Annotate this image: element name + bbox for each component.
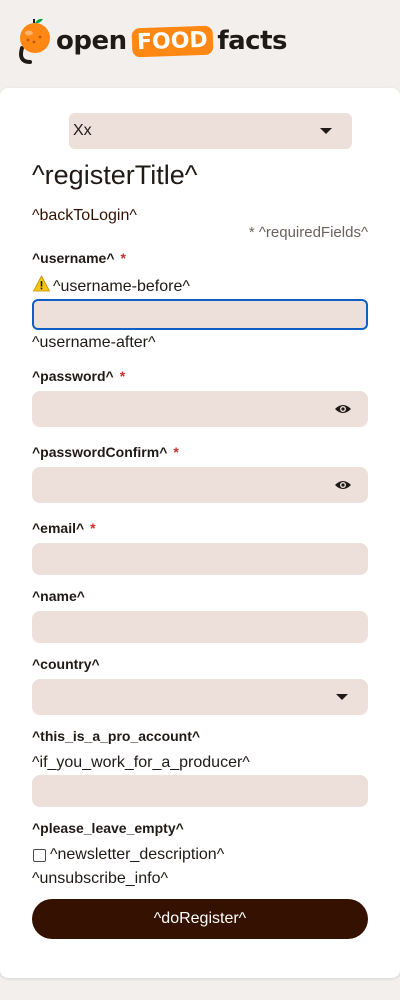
username-label-text: ^username^ bbox=[32, 250, 115, 266]
leave-empty-label-text: ^please_leave_empty^ bbox=[32, 820, 184, 836]
name-label-text: ^name^ bbox=[32, 588, 85, 604]
email-input[interactable] bbox=[32, 543, 368, 575]
country-label-text: ^country^ bbox=[32, 656, 100, 672]
password-confirm-label-text: ^passwordConfirm^ bbox=[32, 444, 168, 460]
newsletter-label[interactable]: ^newsletter_description^ bbox=[50, 846, 224, 864]
name-label: ^name^ bbox=[32, 588, 85, 604]
language-select[interactable]: Xx bbox=[69, 113, 352, 149]
required-asterisk: * bbox=[120, 250, 126, 266]
logo-food-text: FOOD bbox=[131, 25, 213, 57]
pro-account-input[interactable] bbox=[32, 775, 368, 807]
pro-account-label-text: ^this_is_a_pro_account^ bbox=[32, 728, 201, 744]
country-select[interactable] bbox=[32, 679, 368, 715]
pro-account-helper: ^if_you_work_for_a_producer^ bbox=[32, 754, 250, 771]
newsletter-checkbox[interactable] bbox=[33, 849, 46, 862]
pro-account-label: ^this_is_a_pro_account^ bbox=[32, 728, 200, 744]
required-asterisk: * bbox=[119, 368, 126, 384]
password-label: ^password^ * bbox=[32, 368, 125, 384]
logo-wordmark: open FOOD facts bbox=[56, 25, 288, 57]
eye-icon[interactable] bbox=[334, 403, 352, 415]
register-button[interactable]: ^doRegister^ bbox=[32, 899, 368, 939]
email-label-text: ^email^ bbox=[32, 520, 85, 536]
open-food-facts-logo[interactable]: open FOOD facts bbox=[16, 16, 288, 66]
username-label: ^username^ * bbox=[32, 250, 126, 266]
username-input[interactable] bbox=[32, 299, 368, 330]
username-before-text: ^username-before^ bbox=[53, 278, 190, 295]
name-input[interactable] bbox=[32, 611, 368, 643]
country-label: ^country^ bbox=[32, 656, 100, 672]
language-select-value: Xx bbox=[73, 122, 92, 139]
logo-open-text: open bbox=[56, 26, 127, 56]
register-card: Xx ^registerTitle^ ^backToLogin^ * ^requ… bbox=[0, 88, 400, 978]
logo-icon bbox=[19, 18, 50, 64]
password-label-text: ^password^ bbox=[32, 368, 114, 384]
chevron-down-icon bbox=[336, 694, 348, 700]
email-label: ^email^ * bbox=[32, 520, 96, 536]
password-confirm-input[interactable] bbox=[32, 467, 368, 503]
site-header: open FOOD facts bbox=[0, 0, 400, 88]
leave-empty-label: ^please_leave_empty^ bbox=[32, 820, 184, 836]
page-title: ^registerTitle^ bbox=[32, 160, 198, 190]
required-asterisk: * bbox=[173, 444, 179, 460]
eye-icon[interactable] bbox=[334, 479, 352, 491]
password-input[interactable] bbox=[32, 391, 368, 427]
password-confirm-label: ^passwordConfirm^ * bbox=[32, 444, 179, 460]
required-fields-note: * ^requiredFields^ bbox=[248, 224, 368, 241]
required-asterisk: * bbox=[90, 520, 96, 536]
logo-facts-text: facts bbox=[217, 26, 288, 56]
back-to-login-link[interactable]: ^backToLogin^ bbox=[32, 207, 137, 225]
warning-icon bbox=[33, 275, 50, 292]
chevron-down-icon bbox=[320, 128, 332, 134]
unsubscribe-info: ^unsubscribe_info^ bbox=[32, 870, 168, 887]
username-after-text: ^username-after^ bbox=[32, 334, 156, 351]
